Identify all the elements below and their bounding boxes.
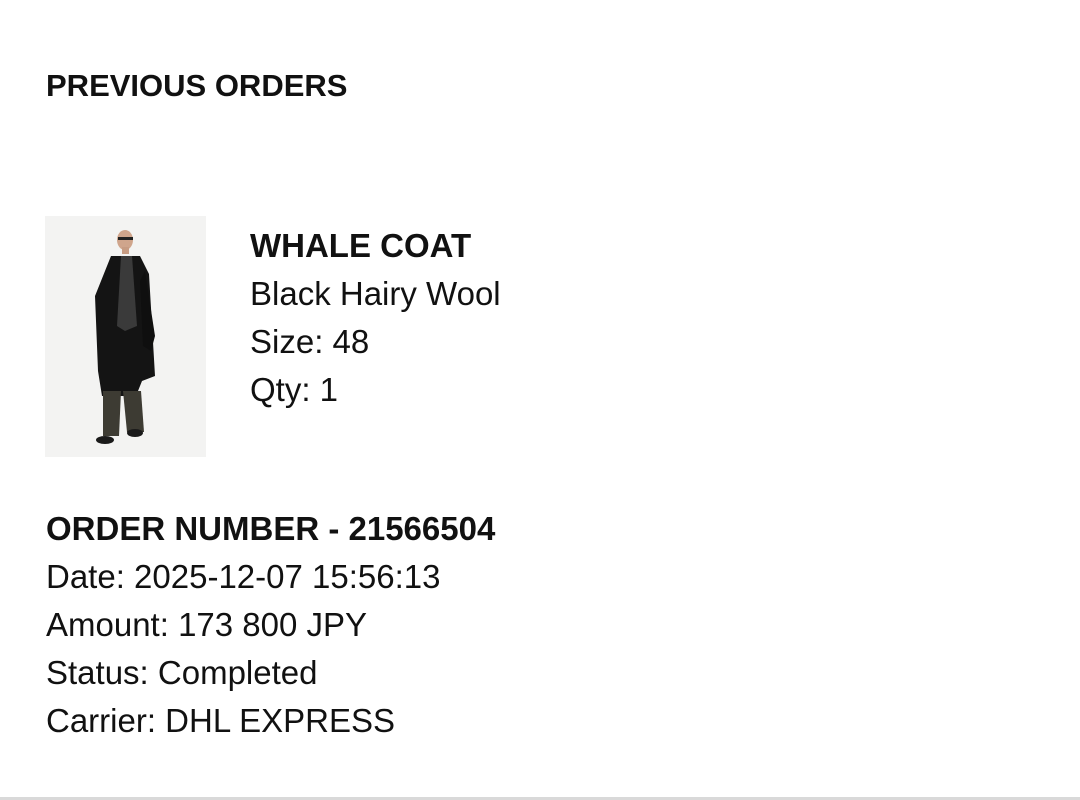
order-details: ORDER NUMBER - 21566504 Date: 2025-12-07… bbox=[46, 505, 495, 745]
product-quantity: Qty: 1 bbox=[250, 371, 339, 408]
order-amount: Amount: 173 800 JPY bbox=[46, 606, 368, 643]
product-size: Size: 48 bbox=[250, 323, 370, 360]
order-status: Status: Completed bbox=[46, 654, 318, 691]
model-wearing-coat-image bbox=[45, 216, 206, 457]
order-number: ORDER NUMBER - 21566504 bbox=[46, 510, 496, 547]
page-title: PREVIOUS ORDERS bbox=[46, 68, 348, 103]
product-name[interactable]: WHALE COAT bbox=[250, 222, 501, 270]
order-date: Date: 2025-12-07 15:56:13 bbox=[46, 558, 441, 595]
order-carrier: Carrier: DHL EXPRESS bbox=[46, 702, 396, 739]
product-info: WHALE COAT Black Hairy Wool Size: 48 Qty… bbox=[250, 222, 501, 414]
product-image[interactable] bbox=[45, 216, 206, 457]
product-color: Black Hairy Wool bbox=[250, 275, 501, 312]
